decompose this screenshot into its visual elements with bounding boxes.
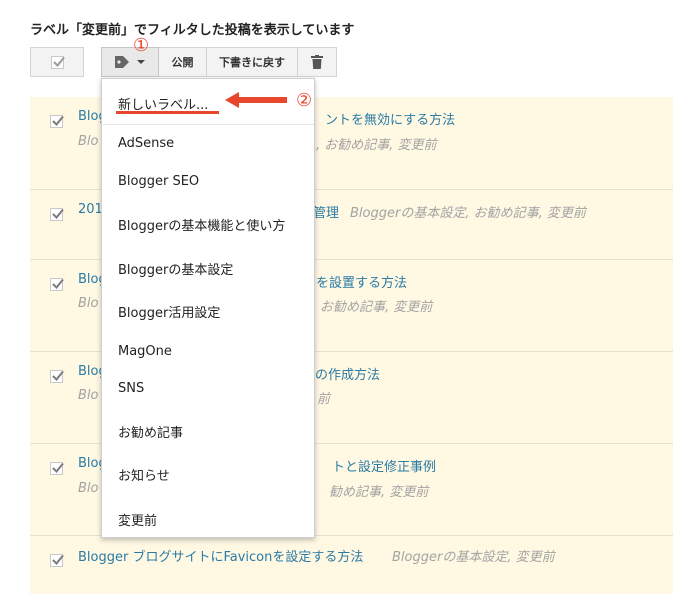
checkmark-icon [52, 462, 64, 473]
post-checkbox[interactable] [50, 462, 64, 475]
label-menu-item[interactable]: SNS [118, 381, 144, 396]
post-labels-end: 前 [317, 392, 331, 407]
post-labels-start: Blo [78, 296, 99, 311]
label-dropdown-button[interactable] [101, 47, 159, 77]
label-menu-item[interactable]: お知らせ [118, 465, 170, 484]
annotation-marker-1: ① [133, 35, 150, 56]
post-labels-start: Blo [78, 481, 99, 496]
label-menu-item[interactable]: Bloggerの基本機能と使い方 [118, 215, 285, 234]
post-checkbox[interactable] [50, 115, 64, 128]
checkmark-icon [52, 115, 64, 126]
post-checkbox[interactable] [50, 370, 64, 383]
menu-divider [102, 124, 314, 125]
post-title-start[interactable]: 201 [78, 202, 103, 217]
select-all-checkbox[interactable] [50, 55, 65, 69]
post-title-end[interactable]: の作成方法 [315, 364, 380, 383]
trash-icon [311, 55, 323, 69]
checkmark-icon [52, 56, 65, 67]
post-row[interactable]: Blogger ブログサイトにFaviconを設定する方法 Bloggerの基本… [30, 535, 673, 594]
annotation-underline [116, 111, 219, 114]
revert-to-draft-button[interactable]: 下書きに戻す [207, 47, 298, 77]
checkmark-icon [52, 278, 64, 289]
label-menu: 新しいラベル... AdSense Blogger SEO Bloggerの基本… [101, 78, 315, 538]
post-title-end[interactable]: 管理 [313, 202, 339, 221]
post-labels-end: 勧め記事, 変更前 [329, 485, 429, 500]
post-labels: Bloggerの基本設定, 変更前 [392, 550, 555, 565]
post-labels-end: お勧め記事, 変更前 [320, 300, 433, 315]
checkmark-icon [52, 554, 64, 565]
post-title-end[interactable]: トと設定修正事例 [332, 456, 436, 475]
label-menu-item[interactable]: Blogger活用設定 [118, 302, 220, 321]
annotation-arrow-icon [225, 92, 287, 108]
post-title-end[interactable]: を設置する方法 [316, 272, 407, 291]
post-labels-end: , お勧め記事, 変更前 [316, 138, 437, 153]
post-title-end[interactable]: ントを無効にする方法 [325, 109, 455, 128]
post-title[interactable]: Blogger ブログサイトにFaviconを設定する方法 [78, 546, 363, 565]
filter-status-text: ラベル「変更前」でフィルタした投稿を表示しています [30, 23, 355, 38]
checkmark-icon [52, 370, 64, 381]
label-menu-item[interactable]: Bloggerの基本設定 [118, 259, 233, 278]
label-menu-item[interactable]: AdSense [118, 136, 174, 151]
post-labels-start: Blo [78, 134, 99, 149]
label-tag-icon [115, 56, 129, 68]
post-checkbox[interactable] [50, 278, 64, 291]
label-menu-item[interactable]: Blogger SEO [118, 174, 199, 189]
label-menu-item[interactable]: MagOne [118, 344, 172, 359]
checkmark-icon [52, 208, 64, 219]
delete-button[interactable] [298, 47, 337, 77]
chevron-down-icon [137, 60, 145, 64]
publish-button[interactable]: 公開 [159, 47, 207, 77]
post-labels: Bloggerの基本設定, お勧め記事, 変更前 [350, 206, 586, 221]
annotation-marker-2: ② [296, 90, 313, 111]
label-menu-item[interactable]: お勧め記事 [118, 422, 183, 441]
post-labels-start: Blo [78, 388, 99, 403]
select-all-button[interactable] [30, 47, 84, 77]
post-checkbox[interactable] [50, 208, 64, 221]
label-menu-item[interactable]: 変更前 [118, 510, 157, 529]
post-checkbox[interactable] [50, 554, 64, 567]
